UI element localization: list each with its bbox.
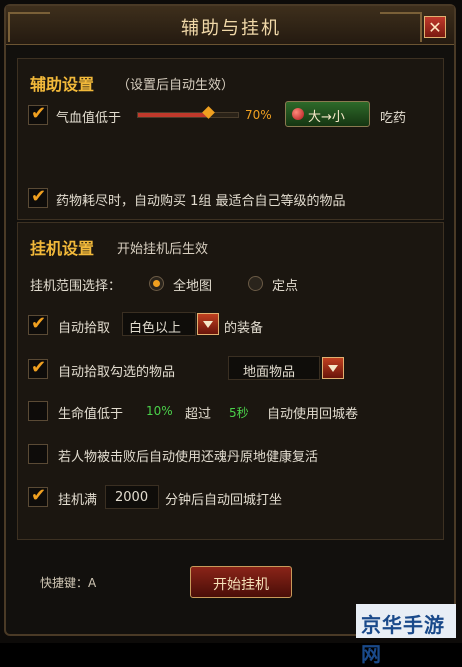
item-source-dropdown[interactable]: 地面物品	[228, 356, 320, 380]
equipment-suffix: 的装备	[224, 321, 264, 336]
eat-potion-label: 吃药	[380, 111, 407, 126]
start-idle-button[interactable]: 开始挂机	[190, 566, 292, 598]
pick-quality-dropdown[interactable]: 白色以上	[122, 312, 196, 336]
close-icon: ✕	[428, 18, 442, 37]
hp-return-checkbox[interactable]	[28, 401, 48, 421]
hp-return-label: 生命值低于	[58, 407, 124, 422]
exceed-label: 超过	[185, 407, 212, 422]
hp-slider[interactable]	[137, 106, 239, 119]
auto-pick-label: 自动拾取	[58, 321, 111, 336]
auto-pick-checkbox[interactable]: ✔	[28, 313, 48, 335]
watermark: 京华手游网	[356, 604, 456, 666]
auto-pick-selected-checkbox[interactable]: ✔	[28, 357, 48, 379]
idle-minutes-input[interactable]: 2000	[105, 485, 159, 509]
auto-buy-checkbox[interactable]: ✔	[28, 186, 48, 208]
use-return-scroll-label: 自动使用回城卷	[267, 407, 359, 422]
idle-heading: 挂机设置	[30, 239, 95, 258]
close-button[interactable]: ✕	[424, 16, 446, 38]
hp-label: 气血值低于	[56, 111, 122, 126]
idle-note: 开始挂机后生效	[117, 242, 209, 257]
range-label: 挂机范围选择：	[30, 279, 122, 294]
item-source-dropdown-button[interactable]	[322, 357, 344, 379]
radio-fixed-point-label: 定点	[272, 279, 299, 294]
revive-label: 若人物被击败后自动使用还魂丹原地健康复活	[58, 450, 319, 465]
pick-quality-value: 白色以上	[129, 321, 182, 336]
mode-button[interactable]: 大→小	[285, 101, 370, 127]
hp-slider-fill	[138, 113, 208, 117]
idle-full-checkbox[interactable]: ✔	[28, 485, 48, 507]
revive-checkbox[interactable]	[28, 444, 48, 464]
radio-fixed-point[interactable]	[248, 276, 263, 291]
hp-return-seconds[interactable]: 5秒	[229, 404, 249, 421]
idle-full-label: 挂机满	[58, 493, 98, 508]
item-source-value: 地面物品	[243, 365, 296, 380]
check-icon: ✔	[31, 186, 47, 207]
check-icon: ✔	[31, 357, 47, 378]
auto-pick-selected-label: 自动拾取勾选的物品	[58, 365, 176, 380]
chevron-down-icon	[203, 321, 213, 328]
check-icon: ✔	[31, 485, 47, 506]
radio-whole-map-label: 全地图	[173, 279, 213, 294]
hp-percent: 70%	[245, 108, 272, 122]
chevron-down-icon	[328, 365, 338, 372]
assist-note: （设置后自动生效）	[117, 78, 235, 93]
radio-selected-dot	[153, 280, 160, 287]
pick-quality-dropdown-button[interactable]	[197, 313, 219, 335]
start-idle-button-label: 开始挂机	[213, 577, 269, 593]
red-orb-icon	[292, 108, 304, 120]
radio-whole-map[interactable]	[149, 276, 164, 291]
check-icon: ✔	[31, 103, 47, 124]
auto-buy-label: 药物耗尽时，自动购买 1组 最适合自己等级的物品	[56, 194, 346, 209]
window-title: 辅助与挂机	[181, 18, 281, 39]
mode-button-label: 大→小	[308, 110, 345, 125]
watermark-text: 京华手游网	[361, 613, 445, 666]
hp-return-percent[interactable]: 10%	[146, 404, 173, 418]
idle-full-suffix: 分钟后自动回城打坐	[165, 493, 283, 508]
hotkey-label: 快捷键：A	[40, 576, 97, 590]
check-icon: ✔	[31, 313, 47, 334]
assist-heading: 辅助设置	[30, 75, 95, 94]
hp-checkbox[interactable]: ✔	[28, 103, 48, 125]
dialog-window: 辅助与挂机 ✕ 辅助设置 （设置后自动生效） ✔ 气血值低于 70% 大→小 吃…	[0, 0, 462, 666]
idle-minutes-value: 2000	[115, 490, 149, 505]
